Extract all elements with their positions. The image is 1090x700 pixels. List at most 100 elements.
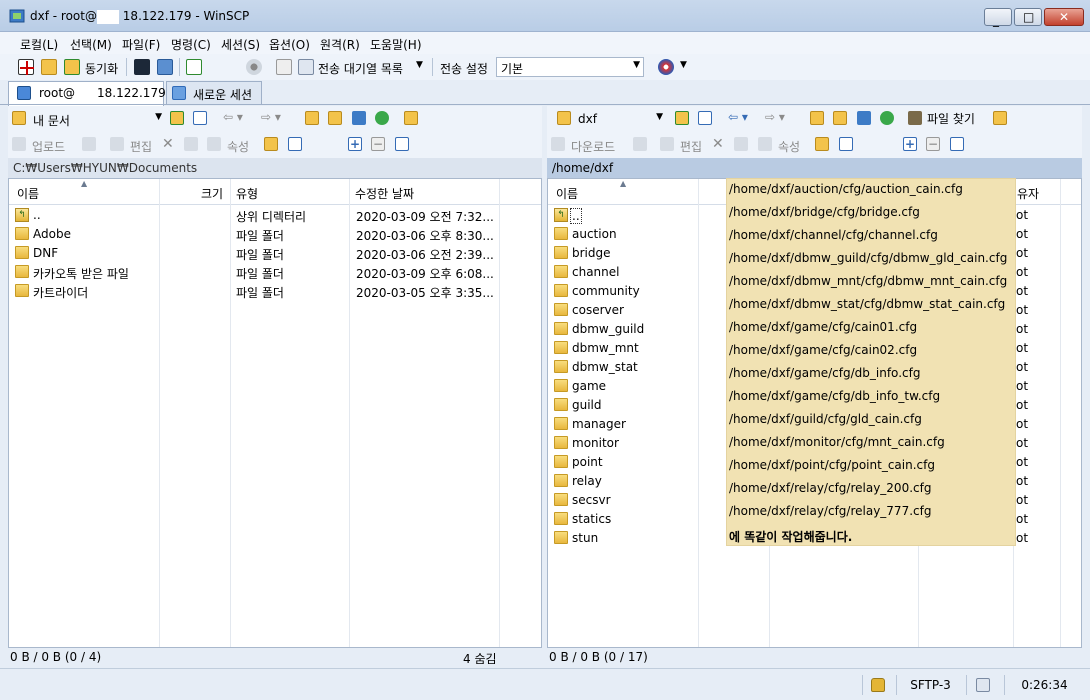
file-name: manager [572, 417, 626, 431]
root-dir-icon[interactable] [833, 111, 847, 125]
menu-file[interactable]: 파일(F) [122, 36, 160, 53]
gear-icon[interactable] [246, 59, 262, 75]
menu-help[interactable]: 도움말(H) [370, 36, 422, 53]
tree-icon[interactable] [404, 111, 418, 125]
new-file-icon[interactable] [839, 137, 853, 151]
properties-button[interactable]: 속성 [778, 138, 800, 155]
transfer-mode-dropdown-icon[interactable]: ▼ [680, 60, 687, 70]
column-name[interactable]: 이름 [556, 185, 578, 202]
close-glyph: ✕ [1059, 10, 1070, 24]
tree-icon[interactable] [993, 111, 1007, 125]
column-owner[interactable]: 유자 [1017, 185, 1039, 202]
note-line: /home/dxf/relay/cfg/relay_777.cfg [729, 504, 932, 518]
download-options-icon[interactable] [633, 137, 647, 151]
column-modified[interactable]: 수정한 날짜 [355, 185, 414, 202]
upload-button[interactable]: 업로드 [32, 138, 65, 155]
find-files-button[interactable]: 파일 찾기 [927, 110, 975, 127]
compare-dirs-icon[interactable] [18, 59, 34, 75]
download-button[interactable]: 다운로드 [571, 138, 615, 155]
select-minus-icon[interactable]: − [926, 137, 940, 151]
refresh-icon[interactable] [880, 111, 894, 125]
note-line: /home/dxf/guild/cfg/gld_cain.cfg [729, 412, 922, 426]
rename-icon[interactable] [184, 137, 198, 151]
queue-dropdown-icon[interactable]: ▼ [416, 60, 423, 70]
maximize-button[interactable]: □ [1014, 8, 1042, 26]
new-folder-icon[interactable] [264, 137, 278, 151]
protocol-indicator: SFTP-3 [896, 675, 964, 695]
menu-remote[interactable]: 원격(R) [320, 36, 360, 53]
new-folder-icon[interactable] [815, 137, 829, 151]
open-folder-icon[interactable] [170, 111, 184, 125]
minimize-button[interactable]: _ [984, 8, 1012, 27]
transfer-settings-select[interactable]: 기본 ▼ [496, 57, 644, 77]
putty-icon[interactable] [157, 59, 173, 75]
refresh-session-icon[interactable] [186, 59, 202, 75]
filter-icon[interactable] [193, 111, 207, 125]
table-row[interactable]: DNF 파일 폴더 2020-03-06 오전 2:39... [9, 244, 541, 263]
file-name: Adobe [33, 227, 71, 241]
file-owner: ot [1016, 531, 1029, 545]
table-row[interactable]: ↰ .. 상위 디렉터리 2020-03-09 오전 7:32... [9, 206, 541, 225]
select-plus-icon[interactable]: + [903, 137, 917, 151]
table-row[interactable]: Adobe 파일 폴더 2020-03-06 오후 8:30... [9, 225, 541, 244]
table-row[interactable]: 카카오톡 받은 파일 파일 폴더 2020-03-09 오후 6:08... [9, 263, 541, 282]
sync-label[interactable]: 동기화 [85, 60, 118, 77]
tab-session-root[interactable]: root@ 18.122.179 [8, 81, 166, 106]
column-size[interactable]: 크기 [201, 185, 223, 202]
new-file-icon[interactable] [288, 137, 302, 151]
menu-session[interactable]: 세션(S) [221, 36, 260, 53]
back-icon[interactable]: ⇦ ▾ [223, 110, 243, 124]
close-button[interactable]: ✕ [1044, 8, 1084, 26]
transfer-mode-icon[interactable] [658, 59, 674, 75]
filter-select-icon[interactable] [395, 137, 409, 151]
tab-new-session[interactable]: 새로운 세션 [166, 81, 262, 105]
refresh-icon[interactable] [375, 111, 389, 125]
left-file-list[interactable]: ▲ 이름 크기 유형 수정한 날짜 ↰ .. 상위 디렉터리 2020-03-0… [8, 178, 542, 648]
home-icon[interactable] [352, 111, 366, 125]
sync-icon[interactable] [64, 59, 80, 75]
terminal-icon[interactable] [134, 59, 150, 75]
menu-options[interactable]: 옵션(O) [269, 36, 310, 53]
parent-dir-icon[interactable] [305, 111, 319, 125]
right-location-select[interactable]: dxf ▼ [555, 109, 667, 129]
column-type[interactable]: 유형 [236, 185, 258, 202]
filter-select-icon[interactable] [950, 137, 964, 151]
upload-options-icon[interactable] [82, 137, 96, 151]
edit-button[interactable]: 편집 [680, 138, 702, 155]
forward-icon[interactable]: ⇨ ▾ [765, 110, 785, 124]
delete-icon[interactable]: ✕ [162, 136, 174, 152]
right-path-bar[interactable]: /home/dxf [547, 158, 1082, 178]
folder-icon [15, 265, 29, 278]
toolbar-separator [179, 58, 180, 76]
file-name: dbmw_guild [572, 322, 645, 336]
queue-list-label[interactable]: 전송 대기열 목록 [318, 60, 403, 77]
open-folder-icon[interactable] [675, 111, 689, 125]
menu-command[interactable]: 명령(C) [171, 36, 211, 53]
title-bar: dxf - root@ 18.122.179 - WinSCP _ □ ✕ [0, 0, 1090, 32]
delete-icon[interactable]: ✕ [712, 136, 724, 152]
properties-button[interactable]: 속성 [227, 138, 249, 155]
queue-clipboard-icon[interactable] [276, 59, 292, 75]
select-minus-icon[interactable]: − [371, 137, 385, 151]
left-status-hidden[interactable]: 4 숨김 [463, 650, 497, 667]
note-line: /home/dxf/dbmw_guild/cfg/dbmw_gld_cain.c… [729, 251, 1008, 265]
filter-icon[interactable] [698, 111, 712, 125]
status-bar: SFTP-3 0:26:34 [0, 668, 1090, 700]
queue-list-icon[interactable] [298, 59, 314, 75]
rename-icon[interactable] [734, 137, 748, 151]
parent-dir-icon[interactable] [810, 111, 824, 125]
edit-button[interactable]: 편집 [130, 138, 152, 155]
left-path-bar[interactable]: C:₩Users₩HYUN₩Documents [8, 158, 542, 178]
menu-local[interactable]: 로컬(L) [20, 36, 58, 53]
table-row[interactable]: 카트라이더 파일 폴더 2020-03-05 오후 3:35... [9, 282, 541, 301]
select-plus-icon[interactable]: + [348, 137, 362, 151]
note-line: /home/dxf/point/cfg/point_cain.cfg [729, 458, 935, 472]
back-icon[interactable]: ⇦ ▾ [728, 110, 748, 124]
menu-select[interactable]: 선택(M) [70, 36, 112, 53]
sync-browse-icon[interactable] [41, 59, 57, 75]
left-location-select[interactable]: 내 문서 ▼ [10, 109, 166, 129]
root-dir-icon[interactable] [328, 111, 342, 125]
column-name[interactable]: 이름 [17, 185, 39, 202]
home-icon[interactable] [857, 111, 871, 125]
forward-icon[interactable]: ⇨ ▾ [261, 110, 281, 124]
